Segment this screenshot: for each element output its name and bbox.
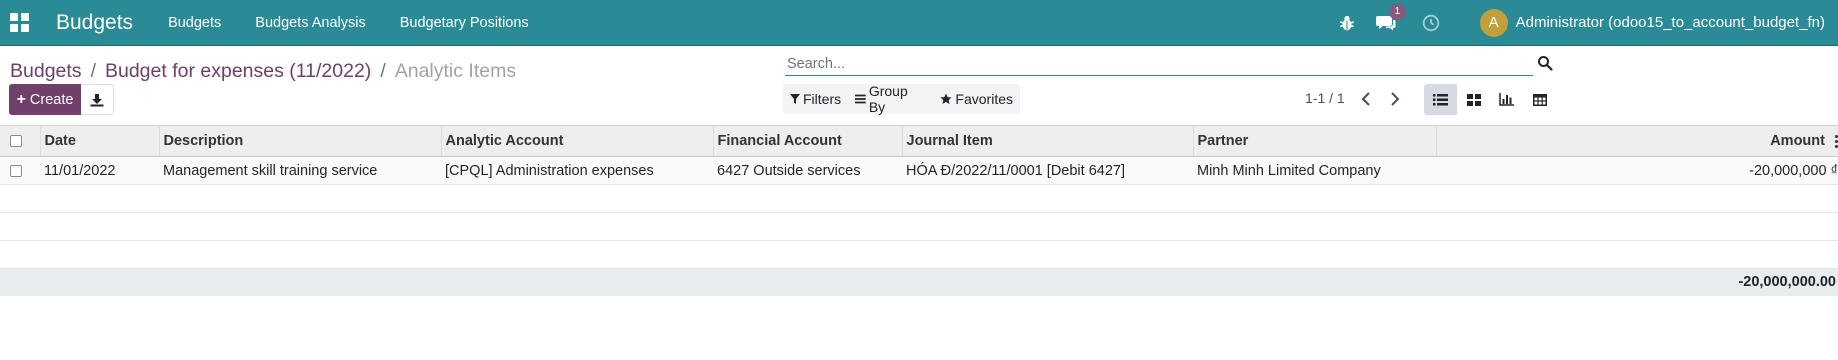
- column-header-date[interactable]: Date: [40, 125, 160, 157]
- filter-icon: [790, 93, 800, 104]
- breadcrumb-budget-record[interactable]: Budget for expenses (11/2022): [105, 60, 371, 83]
- list-view-button[interactable]: [1424, 84, 1457, 115]
- top-navbar: Budgets Budgets Budgets Analysis Budgeta…: [0, 0, 1838, 46]
- row-select-cell: [0, 156, 40, 185]
- column-header-journal-item[interactable]: Journal Item: [902, 125, 1194, 157]
- filters-dropdown[interactable]: Filters: [783, 91, 848, 107]
- group-by-dropdown[interactable]: Group By: [848, 83, 933, 115]
- footer-spacer: [0, 268, 1436, 296]
- user-menu[interactable]: Administrator (odoo15_to_account_budget_…: [1516, 14, 1825, 31]
- search-icon[interactable]: [1537, 54, 1553, 72]
- chevron-left-icon[interactable]: [1360, 92, 1372, 106]
- empty-row: [0, 212, 1838, 241]
- menu-item-budgets-analysis[interactable]: Budgets Analysis: [238, 15, 382, 31]
- column-header-amount[interactable]: Amount: [1436, 125, 1838, 157]
- cell-description[interactable]: Management skill training service: [159, 156, 441, 185]
- column-header-analytic-account[interactable]: Analytic Account: [441, 125, 714, 157]
- graph-view-icon: [1499, 93, 1514, 106]
- plus-icon: +: [16, 90, 26, 108]
- filters-label: Filters: [803, 91, 842, 107]
- total-amount: -20,000,000.00: [1436, 268, 1838, 296]
- search-options-bar: Filters Group By Favorites: [783, 83, 1020, 115]
- app-brand[interactable]: Budgets: [56, 11, 133, 35]
- search-input[interactable]: [785, 52, 1533, 75]
- table-row[interactable]: 11/01/2022 Management skill training ser…: [0, 156, 1838, 185]
- pivot-view-button[interactable]: [1523, 84, 1556, 115]
- favorites-label: Favorites: [955, 91, 1013, 107]
- apps-grid-icon[interactable]: [10, 12, 30, 33]
- cell-partner[interactable]: Minh Minh Limited Company: [1193, 156, 1436, 185]
- download-button[interactable]: [81, 84, 114, 115]
- pivot-view-icon: [1532, 93, 1547, 106]
- breadcrumb-separator: /: [380, 60, 386, 82]
- select-all-cell: [0, 125, 41, 157]
- breadcrumb-current: Analytic Items: [394, 60, 517, 82]
- clock-icon[interactable]: [1422, 14, 1440, 32]
- empty-row: [0, 184, 1838, 213]
- chat-count-badge: 1: [1388, 3, 1407, 20]
- list-view-icon: [1433, 93, 1448, 105]
- select-all-checkbox[interactable]: [10, 135, 22, 148]
- graph-view-button[interactable]: [1490, 84, 1523, 115]
- menu-item-budgetary-positions[interactable]: Budgetary Positions: [383, 15, 546, 31]
- column-header-financial-account[interactable]: Financial Account: [713, 125, 903, 157]
- empty-row: [0, 240, 1838, 269]
- column-header-description[interactable]: Description: [159, 125, 442, 157]
- create-button-label: Create: [29, 91, 74, 108]
- chevron-right-icon[interactable]: [1389, 92, 1401, 106]
- breadcrumb-separator: /: [90, 60, 96, 82]
- breadcrumb-budgets[interactable]: Budgets: [10, 60, 82, 83]
- row-checkbox[interactable]: [10, 164, 22, 177]
- chat-button[interactable]: 1: [1375, 3, 1407, 32]
- cell-financial-account[interactable]: 6427 Outside services: [713, 156, 902, 185]
- bars-icon: [855, 94, 866, 104]
- cell-amount[interactable]: -20,000,000 ₫: [1436, 156, 1838, 185]
- cell-journal-item[interactable]: HÓA Đ/2022/11/0001 [Debit 6427]: [902, 156, 1193, 185]
- list-view-table: Date Description Analytic Account Financ…: [0, 125, 1838, 296]
- kanban-view-button[interactable]: [1457, 84, 1490, 115]
- avatar[interactable]: A: [1479, 8, 1508, 37]
- pager-value[interactable]: 1-1 / 1: [1305, 90, 1345, 106]
- column-header-partner[interactable]: Partner: [1193, 125, 1437, 157]
- table-footer-row: -20,000,000.00: [0, 268, 1838, 296]
- download-icon: [90, 93, 104, 106]
- create-button[interactable]: + Create: [9, 84, 81, 115]
- column-header-amount-label: Amount: [1770, 133, 1825, 149]
- view-switcher: [1424, 84, 1556, 115]
- cell-analytic-account[interactable]: [CPQL] Administration expenses: [441, 156, 713, 185]
- search-box: [785, 52, 1533, 76]
- menu-item-budgets[interactable]: Budgets: [151, 15, 238, 31]
- breadcrumb: Budgets / Budget for expenses (11/2022) …: [10, 60, 516, 83]
- favorites-dropdown[interactable]: Favorites: [933, 91, 1020, 107]
- bug-icon[interactable]: [1338, 14, 1356, 32]
- group-by-label: Group By: [868, 83, 908, 115]
- cell-date[interactable]: 11/01/2022: [40, 156, 159, 185]
- kanban-view-icon: [1466, 93, 1481, 106]
- star-icon: [940, 93, 952, 104]
